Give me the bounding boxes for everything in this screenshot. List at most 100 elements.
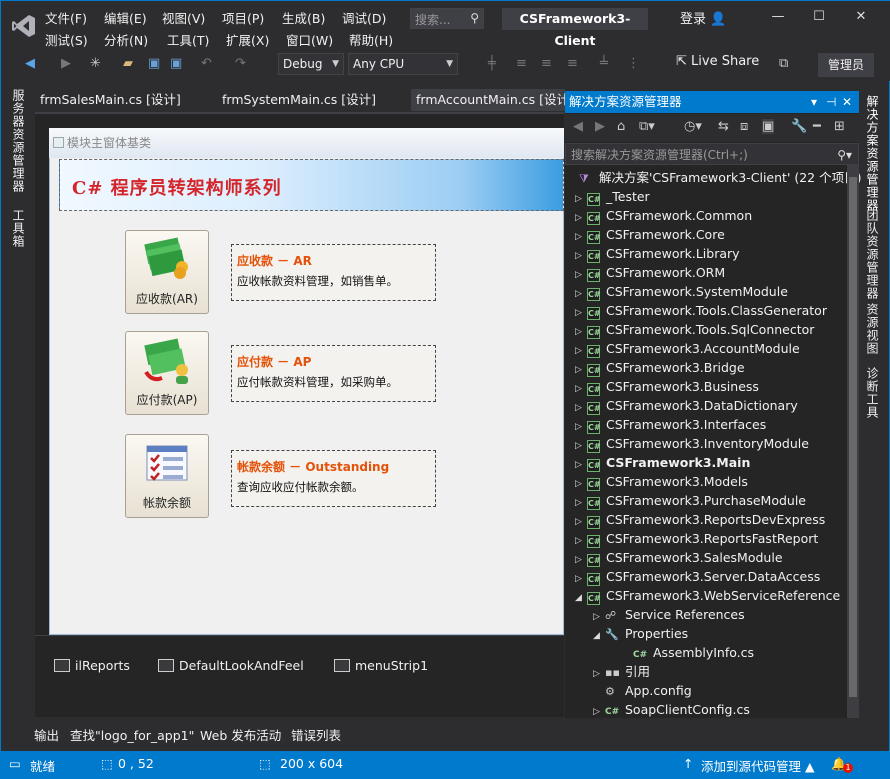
- login-link[interactable]: 登录 👤: [680, 8, 726, 27]
- search-box[interactable]: 搜索... ⚲: [410, 8, 484, 29]
- tree-startup-project[interactable]: ▷ C# CSFramework3.Main: [575, 453, 750, 472]
- tree-project[interactable]: ▷ C# CSFramework.Tools.ClassGenerator: [575, 301, 827, 320]
- tree-project[interactable]: ▷ C# CSFramework3.Business: [575, 377, 759, 396]
- undo-icon[interactable]: ↶: [201, 56, 212, 71]
- tree-project[interactable]: ▷ C# CSFramework3.Server.DataAccess: [575, 567, 820, 586]
- tree-properties[interactable]: ◢ 🔧 Properties: [593, 624, 688, 643]
- doc-tab-system[interactable]: frmSystemMain.cs [设计]: [217, 89, 381, 111]
- menu-extensions[interactable]: 扩展(X): [226, 30, 269, 49]
- tree-project[interactable]: ▷ C# CSFramework.Library: [575, 244, 740, 263]
- tree-project[interactable]: ▷ C# CSFramework3.Models: [575, 472, 748, 491]
- ar-button[interactable]: 应收款(AR): [125, 230, 209, 314]
- dropdown-icon[interactable]: ▾: [811, 91, 817, 113]
- tree-project-expanded[interactable]: ◢ C# CSFramework3.WebServiceReference: [575, 586, 840, 605]
- toolbox-tab[interactable]: 工具箱: [10, 209, 27, 248]
- switch-views-icon[interactable]: ⧉▾: [639, 119, 655, 134]
- tree-project[interactable]: ▷ C# CSFramework3.ReportsFastReport: [575, 529, 818, 548]
- back-icon[interactable]: ◀: [573, 119, 583, 134]
- open-folder-icon[interactable]: ▰: [123, 56, 133, 71]
- tree-project[interactable]: ▷ C# _Tester: [575, 187, 650, 206]
- minus-icon[interactable]: ━: [813, 119, 821, 134]
- tree-project[interactable]: ▷ C# CSFramework.Tools.SqlConnector: [575, 320, 814, 339]
- menu-file[interactable]: 文件(F): [45, 8, 87, 27]
- doc-tab-account[interactable]: frmAccountMain.cs [设计]: [411, 89, 565, 111]
- forward-icon[interactable]: ▶: [595, 119, 605, 134]
- menu-help[interactable]: 帮助(H): [349, 30, 393, 49]
- live-share-button[interactable]: ⇱ Live Share: [676, 54, 759, 69]
- close-button[interactable]: ✕: [851, 9, 871, 27]
- tree-project[interactable]: ▷ C# CSFramework3.DataDictionary: [575, 396, 798, 415]
- maximize-button[interactable]: ☐: [809, 9, 829, 27]
- tree-project[interactable]: ▷ C# CSFramework3.Bridge: [575, 358, 745, 377]
- tree-project[interactable]: ▷ C# CSFramework3.PurchaseModule: [575, 491, 806, 510]
- solution-search-input[interactable]: 搜索解决方案资源管理器(Ctrl+;) ⚲▾: [565, 143, 859, 165]
- new-project-icon[interactable]: ✳: [90, 56, 101, 71]
- menu-window[interactable]: 窗口(W): [286, 30, 333, 49]
- forward-icon[interactable]: ▶: [61, 56, 71, 71]
- web-publish-tab[interactable]: Web 发布活动: [200, 725, 281, 744]
- show-all-files-icon[interactable]: ▣: [762, 119, 775, 134]
- resource-view-tab[interactable]: 资源视图: [864, 303, 881, 355]
- save-all-icon[interactable]: ▣: [170, 56, 182, 71]
- class-diagram-icon[interactable]: ⊞: [834, 119, 845, 134]
- menu-tools[interactable]: 工具(T): [167, 30, 209, 49]
- menu-test[interactable]: 测试(S): [45, 30, 88, 49]
- back-icon[interactable]: ◀: [25, 56, 35, 71]
- admin-button[interactable]: 管理员: [818, 53, 874, 77]
- banner-panel[interactable]: C# 程序员转架构师系列: [59, 159, 564, 211]
- align-center-icon[interactable]: ≡: [516, 56, 527, 71]
- menu-debug[interactable]: 调试(D): [342, 8, 386, 27]
- solution-explorer-scrollbar[interactable]: [847, 165, 859, 718]
- save-icon[interactable]: ▣: [148, 56, 160, 71]
- align-middle-icon[interactable]: ≡: [541, 56, 552, 71]
- scrollbar-thumb[interactable]: [849, 177, 857, 697]
- tree-assemblyinfo[interactable]: C# AssemblyInfo.cs: [633, 643, 754, 662]
- tree-project[interactable]: ▷ C# CSFramework3.AccountModule: [575, 339, 800, 358]
- feedback-icon[interactable]: ⧉: [779, 56, 788, 71]
- tree-project[interactable]: ▷ C# CSFramework.Core: [575, 225, 725, 244]
- menu-analyze[interactable]: 分析(N): [104, 30, 148, 49]
- tray-item-menustrip[interactable]: menuStrip1: [334, 658, 428, 673]
- output-tab[interactable]: 输出: [34, 725, 59, 744]
- properties-icon[interactable]: 🔧: [791, 119, 807, 134]
- team-explorer-tab[interactable]: 团队资源管理器: [864, 209, 881, 300]
- tree-project[interactable]: ▷ C# CSFramework3.ReportsDevExpress: [575, 510, 825, 529]
- tree-project[interactable]: ▷ C# CSFramework3.InventoryModule: [575, 434, 809, 453]
- redo-icon[interactable]: ↷: [235, 56, 246, 71]
- home-icon[interactable]: ⌂: [617, 119, 625, 134]
- balance-button[interactable]: 帐款余额: [125, 434, 209, 518]
- balance-description-panel[interactable]: 帐款余额 － Outstanding 查询应收应付帐款余额。: [231, 450, 436, 507]
- sync-icon[interactable]: ⇆: [718, 119, 729, 134]
- tree-project[interactable]: ▷ C# CSFramework3.SalesModule: [575, 548, 783, 567]
- tree-project[interactable]: ▷ C# CSFramework.ORM: [575, 263, 725, 282]
- ap-button[interactable]: 应付款(AP): [125, 331, 209, 415]
- tray-item-ilreports[interactable]: ilReports: [54, 658, 130, 673]
- tree-project[interactable]: ▷ C# CSFramework.Common: [575, 206, 752, 225]
- tree-soapclientconfig[interactable]: ▷ C# SoapClientConfig.cs: [593, 700, 750, 719]
- align-right-icon[interactable]: ≡: [567, 56, 578, 71]
- server-explorer-tab[interactable]: 服务器资源管理器: [10, 89, 27, 193]
- configuration-select[interactable]: Debug ▼: [278, 53, 344, 75]
- add-to-source-control[interactable]: 添加到源代码管理 ▲: [701, 756, 815, 775]
- align-icon[interactable]: ╪: [488, 56, 496, 71]
- collapse-all-icon[interactable]: ⧈: [740, 119, 748, 134]
- menu-build[interactable]: 生成(B): [282, 8, 325, 27]
- diagnostic-tools-tab[interactable]: 诊断工具: [864, 367, 881, 419]
- solution-explorer-side-tab[interactable]: 解决方案资源管理器: [864, 95, 881, 212]
- pending-changes-icon[interactable]: ◷▾: [684, 119, 702, 134]
- tree-references[interactable]: ▷ ▪▪ 引用: [593, 662, 650, 681]
- menu-project[interactable]: 项目(P): [222, 8, 264, 27]
- platform-select[interactable]: Any CPU ▼: [348, 53, 458, 75]
- tree-service-references[interactable]: ▷ ☍ Service References: [593, 605, 745, 624]
- menu-edit[interactable]: 编辑(E): [104, 8, 147, 27]
- overflow-icon[interactable]: ⋮: [627, 56, 640, 71]
- tray-item-lookandfeel[interactable]: DefaultLookAndFeel: [158, 658, 304, 673]
- tree-project[interactable]: ▷ C# CSFramework.SystemModule: [575, 282, 788, 301]
- doc-tab-sales[interactable]: frmSalesMain.cs [设计]: [35, 89, 186, 111]
- error-list-tab[interactable]: 错误列表: [291, 725, 341, 744]
- align-bottom-icon[interactable]: ╧: [600, 56, 608, 71]
- pin-icon[interactable]: ⊣: [826, 91, 836, 113]
- minimize-button[interactable]: —: [768, 9, 788, 27]
- close-icon[interactable]: ✕: [842, 91, 852, 113]
- ap-description-panel[interactable]: 应付款 － AP 应付帐款资料管理，如采购单。: [231, 345, 436, 402]
